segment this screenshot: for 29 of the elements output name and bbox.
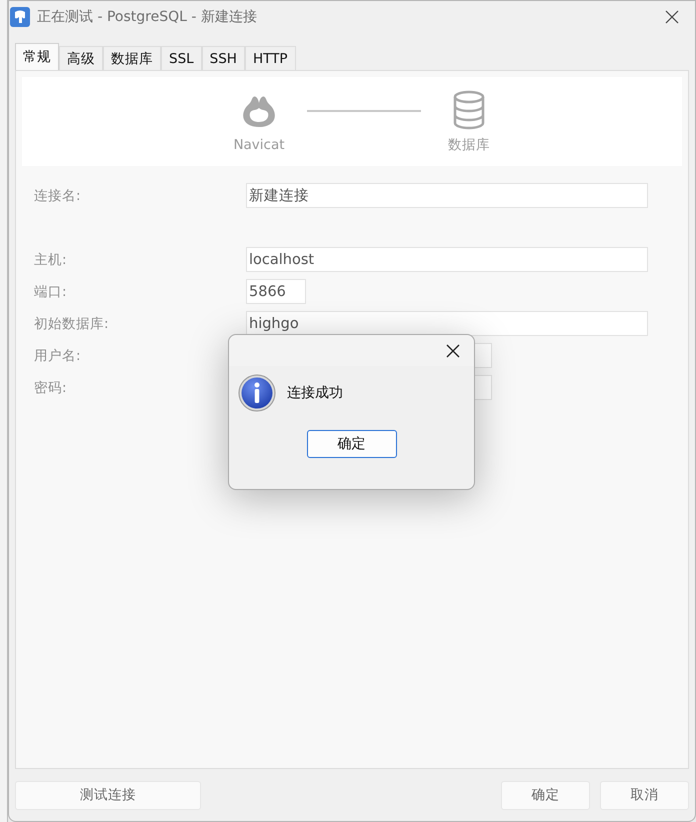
database-label: 数据库: [448, 136, 490, 154]
window-title: 正在测试 - PostgreSQL - 新建连接: [37, 8, 258, 26]
field-label: 初始数据库:: [34, 314, 110, 332]
close-icon[interactable]: [446, 344, 460, 358]
app-icon: [10, 7, 30, 27]
input-field[interactable]: 5866: [246, 279, 306, 304]
info-icon: [238, 374, 276, 412]
ok-button[interactable]: 确定: [501, 780, 590, 810]
cancel-button[interactable]: 取消: [600, 780, 689, 810]
tab[interactable]: 常规: [15, 43, 59, 70]
tab[interactable]: SSH: [202, 46, 245, 70]
tab[interactable]: SSL: [161, 46, 202, 70]
input-field[interactable]: highgo: [246, 311, 648, 336]
field-label: 连接名:: [34, 186, 82, 204]
tab[interactable]: 数据库: [103, 46, 161, 70]
input-field[interactable]: localhost: [246, 247, 648, 272]
field-label: 密码:: [34, 378, 68, 396]
field-label: 主机:: [34, 250, 68, 268]
tab[interactable]: HTTP: [244, 46, 296, 70]
ok-button[interactable]: 确定: [306, 430, 396, 458]
tab[interactable]: 高级: [59, 46, 103, 70]
field-label: 端口:: [34, 282, 68, 300]
navicat-label: Navicat: [233, 136, 285, 152]
close-icon[interactable]: [665, 10, 679, 24]
field-label: 用户名:: [34, 346, 82, 364]
dialog-message: 连接成功: [287, 384, 343, 402]
test-connection-button[interactable]: 测试连接: [15, 780, 201, 810]
input-field[interactable]: 新建连接: [246, 183, 648, 208]
database-icon: [453, 90, 485, 130]
